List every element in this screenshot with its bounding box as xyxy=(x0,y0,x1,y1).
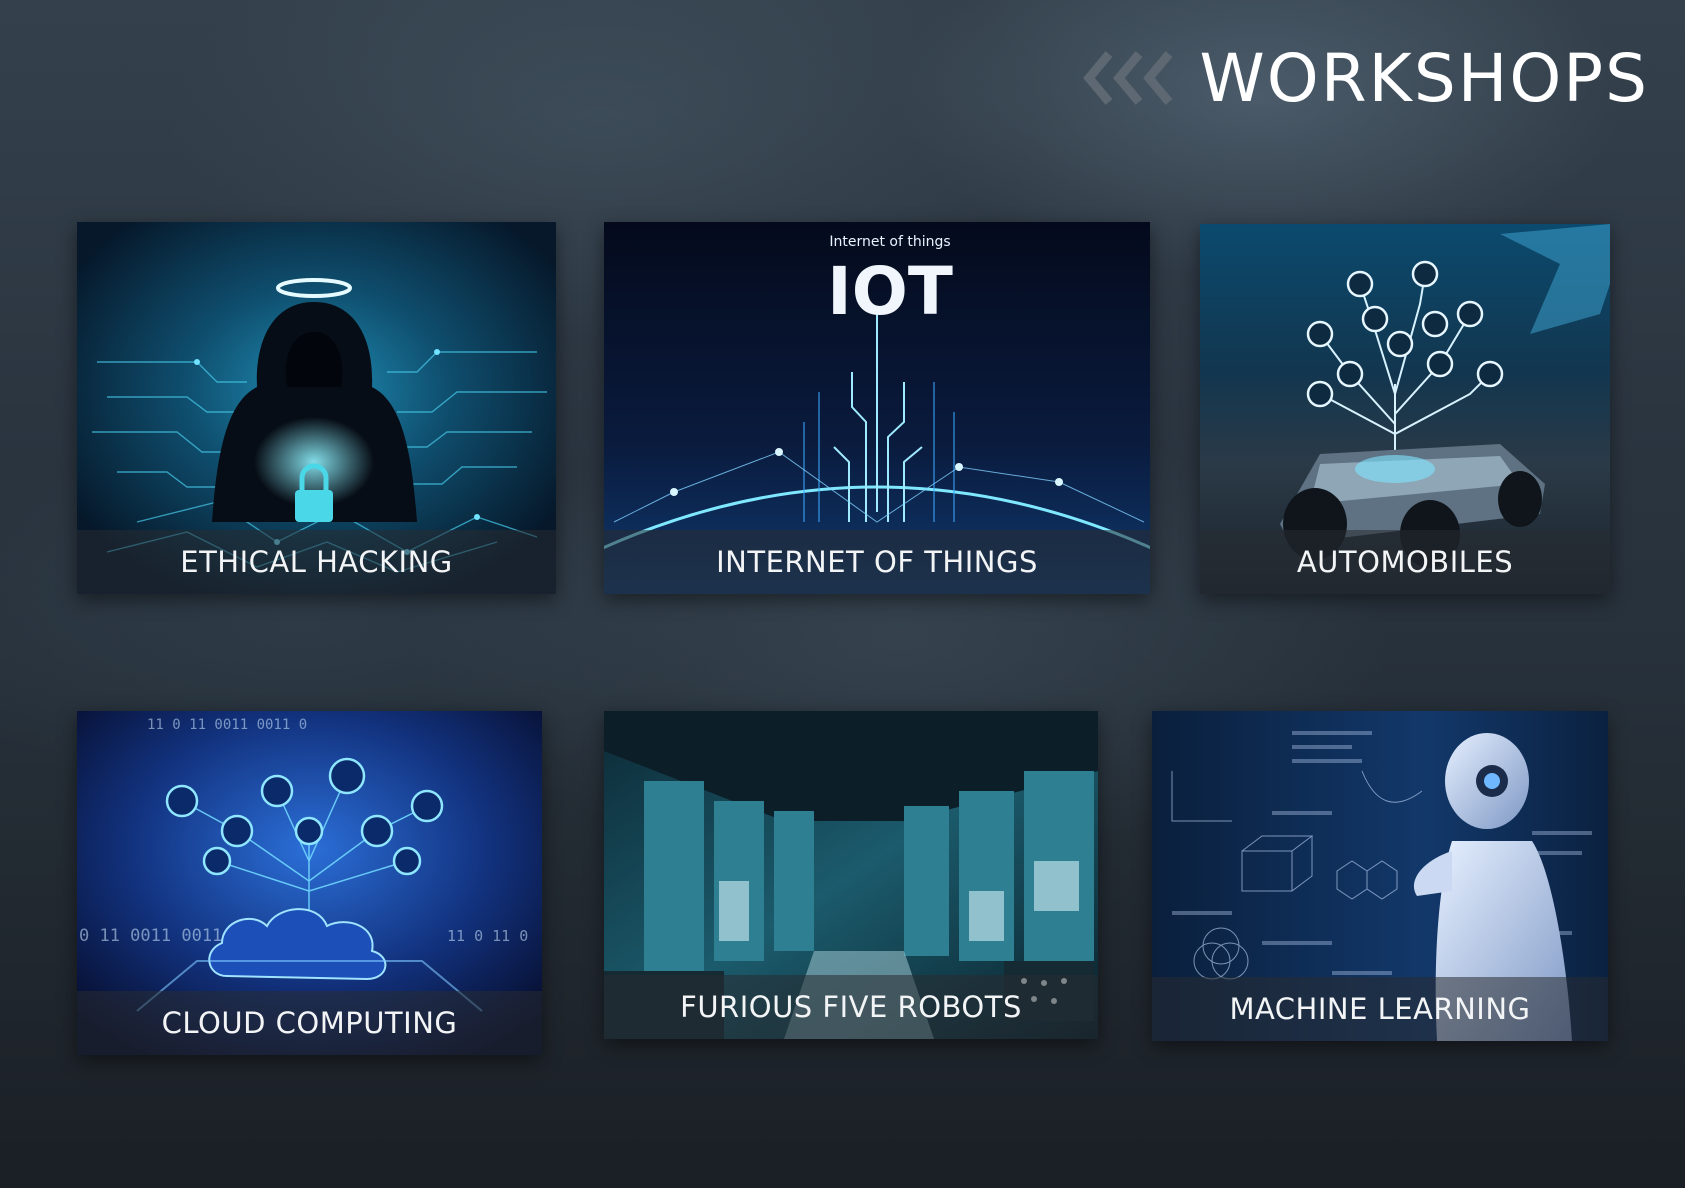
card-label: ETHICAL HACKING xyxy=(180,545,453,579)
binary-text-top: 11 0 11 0011 0011 0 xyxy=(147,717,307,733)
card-label-band: AUTOMOBILES xyxy=(1200,530,1610,594)
card-label-band: INTERNET OF THINGS xyxy=(604,530,1150,594)
binary-text-right: 11 0 11 0 xyxy=(447,927,528,945)
card-label-band: CLOUD COMPUTING xyxy=(77,991,542,1055)
workshop-card-automobiles[interactable]: AUTOMOBILES xyxy=(1200,224,1610,594)
page-title: WORKSHOPS xyxy=(1199,39,1649,117)
workshop-card-ethical-hacking[interactable]: ETHICAL HACKING xyxy=(77,222,556,594)
card-label-band: MACHINE LEARNING xyxy=(1152,977,1608,1041)
workshop-card-cloud-computing[interactable]: 11 0 11 0011 0011 0 0 11 0011 0011 11 0 … xyxy=(77,711,542,1055)
workshop-card-internet-of-things[interactable]: Internet of things IOT INTERNET OF THING… xyxy=(604,222,1150,594)
card-label: MACHINE LEARNING xyxy=(1229,992,1531,1026)
iot-heading: IOT xyxy=(827,253,953,330)
card-label: FURIOUS FIVE ROBOTS xyxy=(680,990,1022,1024)
workshop-card-machine-learning[interactable]: MACHINE LEARNING xyxy=(1152,711,1608,1041)
page-header: WORKSHOPS xyxy=(1083,38,1649,118)
card-label: AUTOMOBILES xyxy=(1296,545,1514,579)
card-label-band: ETHICAL HACKING xyxy=(77,530,556,594)
workshop-card-furious-five-robots[interactable]: FURIOUS FIVE ROBOTS xyxy=(604,711,1098,1039)
iot-caption: Internet of things xyxy=(829,234,950,250)
card-label: CLOUD COMPUTING xyxy=(161,1006,458,1040)
card-label-band: FURIOUS FIVE ROBOTS xyxy=(604,975,1098,1039)
card-label: INTERNET OF THINGS xyxy=(716,545,1038,579)
binary-text-left: 0 11 0011 0011 xyxy=(79,926,222,946)
triple-chevron-left-icon xyxy=(1083,50,1177,106)
